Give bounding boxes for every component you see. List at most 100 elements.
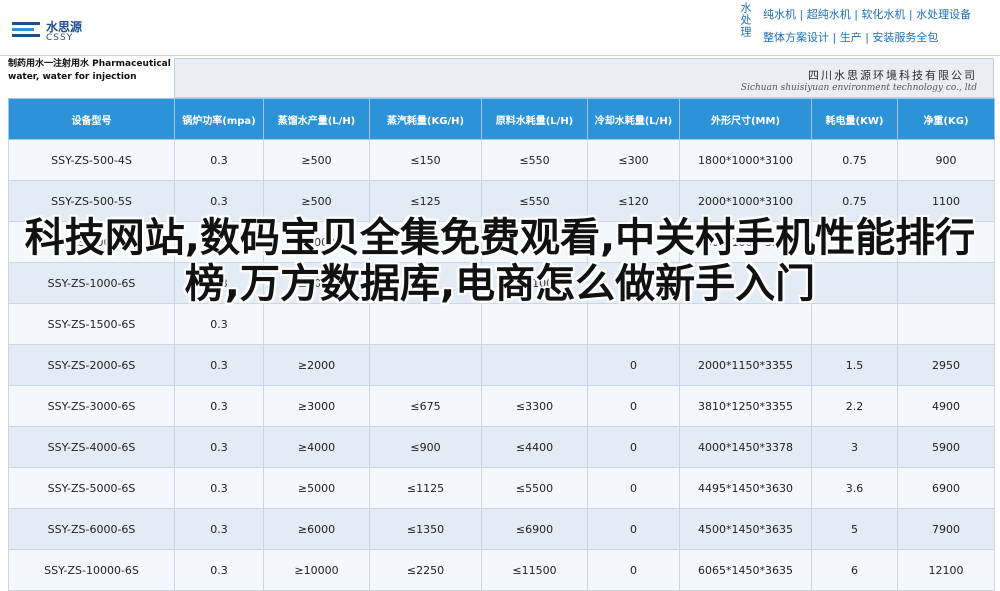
table-cell: 0.3 bbox=[174, 549, 264, 591]
table-row: SSY-ZS-3000-6S 0.3 ≥3000 ≤675 ≤3300 0 3810*125… bbox=[8, 385, 995, 427]
table-cell: 0.3 bbox=[174, 303, 264, 345]
page-header: 水思源 CSSY 水处理 纯水机 | 超纯水机 | 软化水机 | 水处理设备 整… bbox=[0, 0, 1000, 55]
table-cell: 5 bbox=[811, 508, 898, 550]
table-cell: ≤550 bbox=[481, 139, 588, 181]
column-header: 耗电量(KW) bbox=[811, 98, 898, 140]
table-cell: ≥3000 bbox=[263, 385, 370, 427]
table-cell: ≤675 bbox=[369, 385, 482, 427]
table-cell: 4000*1450*3378 bbox=[679, 426, 812, 468]
column-header: 蒸馏水产量(L/H) bbox=[263, 98, 370, 140]
table-cell: 0.3 bbox=[174, 508, 264, 550]
table-cell bbox=[369, 344, 482, 386]
table-cell: ≤1350 bbox=[369, 508, 482, 550]
table-row: SSY-ZS-1500-6S 0.3 bbox=[8, 303, 995, 345]
table-cell: ≤5500 bbox=[481, 467, 588, 509]
table-row: SSY-ZS-2000-6S 0.3 ≥2000 0 2000*1150*3355 1.5… bbox=[8, 344, 995, 386]
model-cell: SSY-ZS-10000-6S bbox=[8, 549, 175, 591]
table-cell: 5900 bbox=[897, 426, 995, 468]
brand-line-services: 整体方案设计 | 生产 | 安装服务全包 bbox=[763, 31, 939, 44]
table-cell bbox=[679, 303, 812, 345]
table-cell: ≥6000 bbox=[263, 508, 370, 550]
table-cell bbox=[811, 303, 898, 345]
model-cell: SSY-ZS-6000-6S bbox=[8, 508, 175, 550]
brand-slogan: 水处理 纯水机 | 超纯水机 | 软化水机 | 水处理设备 整体方案设计 | 生… bbox=[733, 0, 1000, 50]
column-header: 蒸汽耗量(KG/H) bbox=[369, 98, 482, 140]
table-cell: ≥4000 bbox=[263, 426, 370, 468]
table-cell: ≥5000 bbox=[263, 467, 370, 509]
column-header: 原料水耗量(L/H) bbox=[481, 98, 588, 140]
table-cell: ≤6900 bbox=[481, 508, 588, 550]
table-cell: ≤2250 bbox=[369, 549, 482, 591]
column-header: 净重(KG) bbox=[897, 98, 995, 140]
table-cell: 0 bbox=[587, 508, 680, 550]
table-cell: ≤900 bbox=[369, 426, 482, 468]
table-header-row: 设备型号 锅炉功率(mpa) 蒸馏水产量(L/H) 蒸汽耗量(KG/H) 原料水耗量(L… bbox=[8, 98, 995, 140]
table-cell bbox=[369, 303, 482, 345]
table-cell: 0.3 bbox=[174, 467, 264, 509]
table-cell bbox=[481, 344, 588, 386]
model-cell: SSY-ZS-2000-6S bbox=[8, 344, 175, 386]
table-cell bbox=[481, 303, 588, 345]
table-cell: ≤3300 bbox=[481, 385, 588, 427]
table-cell: 12100 bbox=[897, 549, 995, 591]
model-cell: SSY-ZS-500-4S bbox=[8, 139, 175, 181]
table-cell: 6 bbox=[811, 549, 898, 591]
table-cell: 0 bbox=[587, 385, 680, 427]
table-cell: 3810*1250*3355 bbox=[679, 385, 812, 427]
table-cell bbox=[897, 303, 995, 345]
table-cell: 0.3 bbox=[174, 426, 264, 468]
table-cell: ≥2000 bbox=[263, 344, 370, 386]
table-cell: ≤1125 bbox=[369, 467, 482, 509]
table-cell: 7900 bbox=[897, 508, 995, 550]
table-cell: 0.3 bbox=[174, 139, 264, 181]
model-cell: SSY-ZS-3000-6S bbox=[8, 385, 175, 427]
table-cell: ≥500 bbox=[263, 139, 370, 181]
table-cell: 0 bbox=[587, 344, 680, 386]
column-header: 设备型号 bbox=[8, 98, 175, 140]
company-logo[interactable]: 水思源 CSSY bbox=[12, 16, 102, 50]
table-body: SSY-ZS-500-4S 0.3 ≥500 ≤150 ≤550 ≤300 1800*100… bbox=[8, 139, 995, 591]
logo-icon bbox=[12, 22, 40, 37]
table-cell: ≤150 bbox=[369, 139, 482, 181]
table-cell bbox=[587, 303, 680, 345]
table-cell: ≤11500 bbox=[481, 549, 588, 591]
table-cell: 4495*1450*3630 bbox=[679, 467, 812, 509]
table-cell: 2000*1150*3355 bbox=[679, 344, 812, 386]
company-banner: 四川水思源环境科技有限公司 Sichuan shuisiyuan environ… bbox=[174, 58, 994, 98]
company-name-en: Sichuan shuisiyuan environment technolog… bbox=[740, 83, 977, 93]
table-cell: 6900 bbox=[897, 467, 995, 509]
table-cell: 0.3 bbox=[174, 385, 264, 427]
company-name-cn: 四川水思源环境科技有限公司 bbox=[808, 69, 977, 82]
table-cell: 2.2 bbox=[811, 385, 898, 427]
header-divider bbox=[0, 55, 1000, 56]
table-cell: 2950 bbox=[897, 344, 995, 386]
table-cell bbox=[263, 303, 370, 345]
table-cell: ≥10000 bbox=[263, 549, 370, 591]
model-cell: SSY-ZS-1500-6S bbox=[8, 303, 175, 345]
table-row: SSY-ZS-10000-6S 0.3 ≥10000 ≤2250 ≤11500 0 6065… bbox=[8, 549, 995, 591]
product-category-title: 制药用水一注射用水 Pharmaceutical water, water fo… bbox=[8, 59, 171, 82]
column-header: 冷却水耗量(L/H) bbox=[587, 98, 680, 140]
spec-table: 设备型号 锅炉功率(mpa) 蒸馏水产量(L/H) 蒸汽耗量(KG/H) 原料水耗量(L… bbox=[8, 98, 995, 591]
table-cell: 6065*1450*3635 bbox=[679, 549, 812, 591]
table-row: SSY-ZS-5000-6S 0.3 ≥5000 ≤1125 ≤5500 0 4495*14… bbox=[8, 467, 995, 509]
logo-name-en: CSSY bbox=[46, 33, 74, 43]
table-cell: 1.5 bbox=[811, 344, 898, 386]
table-cell: 3.6 bbox=[811, 467, 898, 509]
table-cell: ≤4400 bbox=[481, 426, 588, 468]
table-cell: 1800*1000*3100 bbox=[679, 139, 812, 181]
model-cell: SSY-ZS-5000-6S bbox=[8, 467, 175, 509]
brand-vertical-label: 水处理 bbox=[739, 2, 752, 38]
model-cell: SSY-ZS-4000-6S bbox=[8, 426, 175, 468]
table-cell: 0 bbox=[587, 426, 680, 468]
table-row: SSY-ZS-6000-6S 0.3 ≥6000 ≤1350 ≤6900 0 4500*14… bbox=[8, 508, 995, 550]
table-cell: 0 bbox=[587, 549, 680, 591]
table-cell: 900 bbox=[897, 139, 995, 181]
overlay-keyword-text: 科技网站,数码宝贝全集免费观看,中关村手机性能排行榜,万方数据库,电商怎么做新手… bbox=[24, 215, 976, 307]
table-cell: 0.3 bbox=[174, 344, 264, 386]
column-header: 外形尺寸(MM) bbox=[679, 98, 812, 140]
column-header: 锅炉功率(mpa) bbox=[174, 98, 264, 140]
table-row: SSY-ZS-500-4S 0.3 ≥500 ≤150 ≤550 ≤300 1800*100… bbox=[8, 139, 995, 181]
brand-line-products: 纯水机 | 超纯水机 | 软化水机 | 水处理设备 bbox=[763, 8, 972, 21]
table-cell: 4500*1450*3635 bbox=[679, 508, 812, 550]
